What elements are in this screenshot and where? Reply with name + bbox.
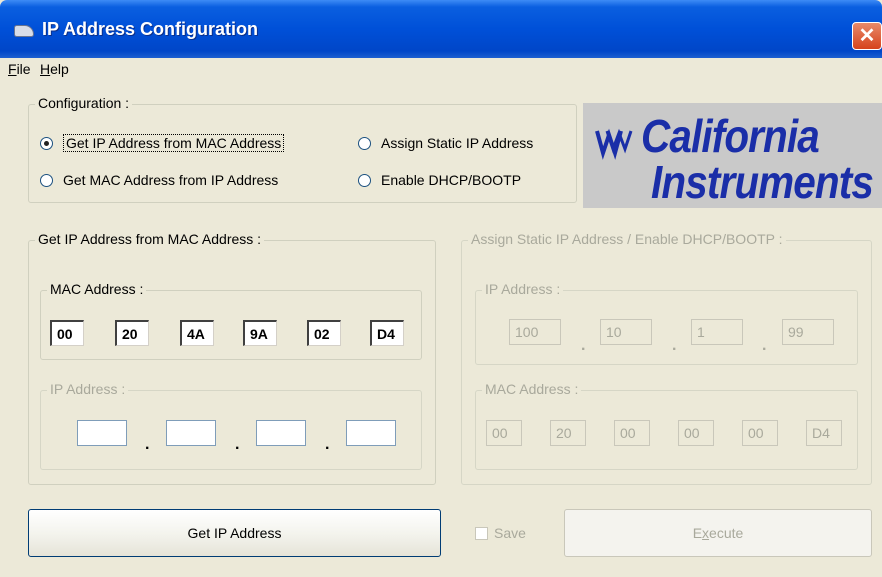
mac-octet-2[interactable]: 20 <box>115 320 149 346</box>
execute-button[interactable]: Execute <box>564 509 872 557</box>
ip-address-legend: IP Address : <box>47 381 129 397</box>
ip-separator: . <box>145 436 150 453</box>
static-ip-octet-2[interactable]: 10 <box>600 319 652 345</box>
radio-label: Get IP Address from MAC Address <box>63 134 285 152</box>
mac-address-group: MAC Address : <box>40 281 422 360</box>
ip-octet-1[interactable] <box>77 420 127 446</box>
configuration-legend: Configuration : <box>35 95 133 111</box>
radio-get-ip-from-mac[interactable]: Get IP Address from MAC Address <box>40 134 285 152</box>
static-mac-address-legend: MAC Address : <box>482 381 582 397</box>
static-ip-octet-1[interactable]: 100 <box>509 319 561 345</box>
ip-separator: . <box>325 436 330 453</box>
company-logo: California Instruments <box>583 103 882 208</box>
radio-assign-static-ip[interactable]: Assign Static IP Address <box>358 135 533 151</box>
get-ip-legend: Get IP Address from MAC Address : <box>35 231 265 247</box>
static-mac-octet-3[interactable]: 00 <box>614 420 650 446</box>
menu-help[interactable]: Help <box>40 61 69 77</box>
ip-separator: . <box>762 337 767 354</box>
static-mac-address-group: MAC Address : <box>475 381 858 470</box>
mac-octet-4[interactable]: 9A <box>243 320 277 346</box>
mac-octet-3[interactable]: 4A <box>180 320 214 346</box>
static-ip-octet-3[interactable]: 1 <box>691 319 743 345</box>
static-ip-octet-4[interactable]: 99 <box>782 319 834 345</box>
static-mac-octet-1[interactable]: 00 <box>486 420 522 446</box>
app-icon <box>14 25 34 37</box>
save-label: Save <box>494 525 526 541</box>
menu-file[interactable]: File <box>8 61 31 77</box>
menu-bar: File Help <box>0 58 882 83</box>
radio-indicator <box>40 174 53 187</box>
ip-octet-2[interactable] <box>166 420 216 446</box>
ip-separator: . <box>235 436 240 453</box>
static-ip-legend: Assign Static IP Address / Enable DHCP/B… <box>468 231 786 247</box>
radio-label: Assign Static IP Address <box>381 135 534 151</box>
ip-octet-3[interactable] <box>256 420 306 446</box>
logo-text-line2: Instruments <box>651 156 874 208</box>
mac-octet-5[interactable]: 02 <box>307 320 341 346</box>
logo-wave-icon <box>595 128 633 160</box>
radio-get-mac-from-ip[interactable]: Get MAC Address from IP Address <box>40 172 278 188</box>
configuration-group: Configuration : <box>28 95 577 203</box>
static-mac-octet-4[interactable]: 00 <box>678 420 714 446</box>
mac-octet-1[interactable]: 00 <box>50 320 84 346</box>
ip-separator: . <box>581 337 586 354</box>
static-mac-octet-5[interactable]: 00 <box>742 420 778 446</box>
save-checkbox[interactable]: Save <box>475 525 526 541</box>
radio-enable-dhcp[interactable]: Enable DHCP/BOOTP <box>358 172 521 188</box>
static-ip-address-legend: IP Address : <box>482 281 564 297</box>
static-mac-octet-2[interactable]: 20 <box>550 420 586 446</box>
get-ip-address-button[interactable]: Get IP Address <box>28 509 441 557</box>
radio-selected-indicator <box>40 137 53 150</box>
radio-indicator <box>358 174 371 187</box>
radio-indicator <box>358 137 371 150</box>
title-bar[interactable]: IP Address Configuration ✕ <box>0 0 882 58</box>
radio-label: Get MAC Address from IP Address <box>63 172 279 188</box>
mac-octet-6[interactable]: D4 <box>370 320 404 346</box>
ip-octet-4[interactable] <box>346 420 396 446</box>
close-button[interactable]: ✕ <box>852 22 882 50</box>
window-title: IP Address Configuration <box>42 19 259 39</box>
radio-label: Enable DHCP/BOOTP <box>381 172 522 188</box>
mac-address-legend: MAC Address : <box>47 281 147 297</box>
checkbox-box <box>475 527 488 540</box>
ip-separator: . <box>672 337 677 354</box>
static-mac-octet-6[interactable]: D4 <box>806 420 842 446</box>
